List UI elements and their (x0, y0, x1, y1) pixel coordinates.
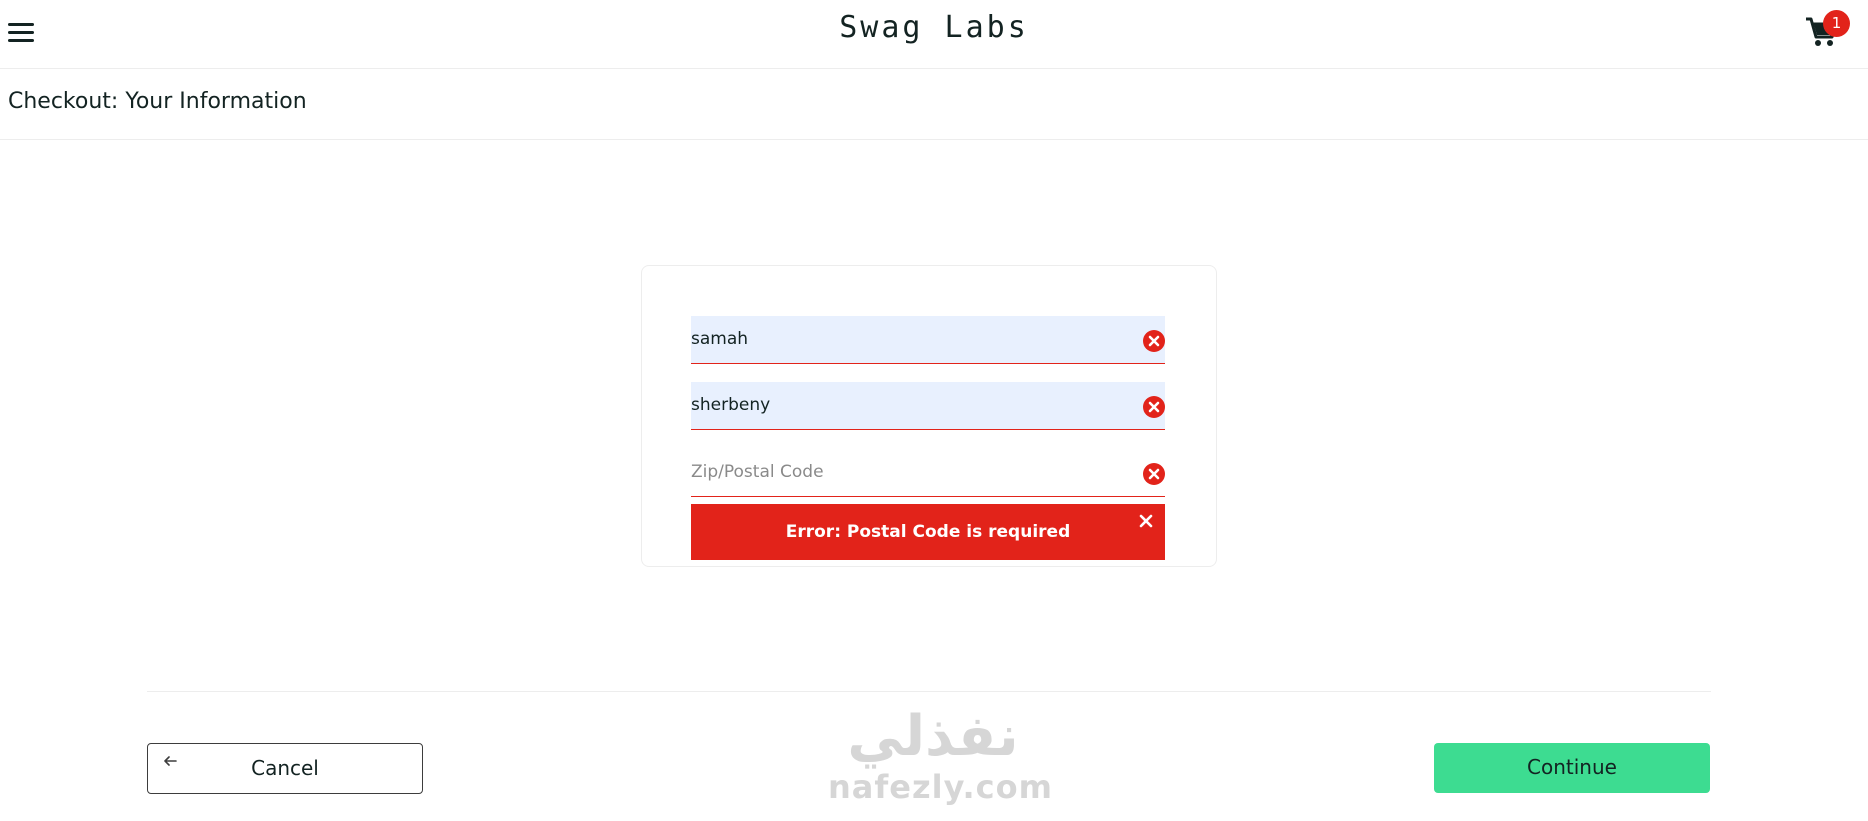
error-x-icon (1143, 463, 1165, 485)
last-name-field (691, 382, 1165, 430)
postal-code-input[interactable] (691, 449, 1121, 495)
first-name-input[interactable] (691, 316, 1121, 362)
footer-divider (147, 691, 1711, 692)
cancel-button-label: Cancel (251, 756, 319, 780)
secondary-header: Checkout: Your Information (0, 69, 1868, 140)
error-x-icon (1143, 330, 1165, 352)
watermark-latin-text: nafezly.com (828, 768, 1053, 806)
app-title: Swag Labs (839, 10, 1029, 45)
postal-code-field (691, 449, 1165, 497)
first-name-field (691, 316, 1165, 364)
continue-button[interactable]: Continue (1434, 743, 1710, 793)
close-icon[interactable] (1137, 512, 1155, 530)
watermark: نفذلي nafezly.com (828, 704, 1053, 806)
error-message: Error: Postal Code is required (785, 522, 1071, 542)
watermark-arabic-text: نفذلي (847, 704, 1019, 769)
cancel-button[interactable]: Cancel (147, 743, 423, 794)
error-message-container: Error: Postal Code is required (691, 504, 1165, 560)
continue-button-label: Continue (1527, 755, 1617, 779)
page-title: Checkout: Your Information (8, 89, 307, 114)
last-name-input[interactable] (691, 382, 1121, 428)
app-header: Swag Labs 1 (0, 0, 1868, 69)
error-x-icon (1143, 396, 1165, 418)
cart-count-badge: 1 (1823, 10, 1850, 37)
checkout-info-form: Error: Postal Code is required (641, 265, 1217, 567)
